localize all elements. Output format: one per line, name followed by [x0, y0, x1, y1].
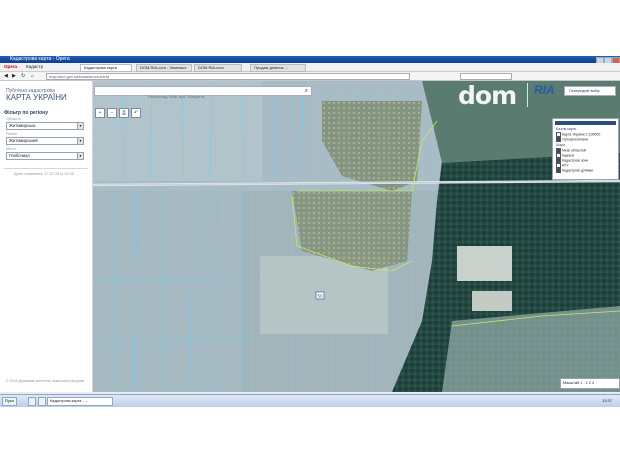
layers-panel: Базові карти Карта України 1:100000 Орто…	[552, 118, 619, 180]
os-taskbar: Пуск Кадастрова карта - ... 13:37	[0, 394, 620, 407]
raion-label: Район	[6, 132, 17, 136]
sidebar-divider	[4, 168, 88, 169]
window-titlebar: Кадастрова карта - Opera	[0, 56, 620, 64]
watermark-ria: RIA	[534, 83, 555, 97]
taskbar-window-opera[interactable]: Кадастрова карта - ...	[47, 397, 113, 406]
plot-marker-label: 50	[318, 294, 324, 299]
oblast-select[interactable]: Житомирська ▾	[6, 122, 84, 130]
top-whitespace	[0, 0, 620, 56]
oblast-label: Область	[6, 117, 21, 121]
domria-watermark: dom RIA	[445, 77, 577, 115]
layer-toggle-cadastral-plots[interactable]: Кадастрові ділянки	[556, 168, 593, 173]
chevron-down-icon[interactable]: ▾	[77, 123, 83, 129]
start-button[interactable]: Пуск	[2, 397, 17, 406]
city-value: Глибочиця	[9, 153, 30, 158]
opera-menu-button[interactable]: Opera	[2, 64, 19, 70]
layer-group-overlays: Шари	[556, 143, 566, 147]
chevron-down-icon[interactable]: ▾	[77, 153, 83, 159]
zoom-out-button[interactable]: −	[107, 108, 117, 118]
layers-panel-header	[555, 121, 616, 125]
checkbox-icon[interactable]	[556, 168, 561, 173]
update-date: Дата оновлення: 17.07.2014 04:00	[14, 172, 74, 176]
raion-select[interactable]: Житомирський ▾	[6, 137, 84, 145]
map-search-hint: Наприклад: Київ, вул. Хрещатик	[148, 95, 205, 99]
tab-plots[interactable]: Продаж ділянок ...	[250, 64, 306, 72]
tab-kadastr-map[interactable]: Кадастрова карта	[80, 64, 132, 72]
search-icon[interactable]: ⌕	[305, 87, 308, 95]
quicklaunch-icon[interactable]	[28, 397, 36, 406]
tab-domria[interactable]: DOM.RIA.com	[194, 64, 242, 72]
quicklaunch-icon[interactable]	[38, 397, 46, 406]
copyright-text: © 2014 Державне агентство земельних ресу…	[6, 379, 85, 383]
reset-view-button[interactable]: ↶	[131, 108, 141, 118]
raion-value: Житомирський	[9, 138, 38, 143]
scale-indicator: Масштаб 1 : 1 2 4	[560, 378, 620, 389]
chevron-down-icon[interactable]: ▾	[77, 138, 83, 144]
tab-domria-land[interactable]: DOM.RIA.com - Земельні	[136, 64, 192, 72]
address-field[interactable]: map.land.gov.ua/kadastrova-karta	[46, 73, 410, 80]
layer-toggle-orthophoto[interactable]: Ортофотоплани	[556, 137, 588, 142]
watermark-dom: dom	[458, 81, 517, 110]
checkbox-icon[interactable]	[556, 137, 561, 142]
map-imagery: 50	[92, 81, 620, 392]
layer-group-base: Базові карти	[556, 127, 577, 131]
reload-icon[interactable]: ↻	[21, 73, 25, 79]
brand-title: КАРТА УКРАЇНИ	[6, 93, 67, 102]
tab-bar: Opera Кадастр Кадастрова карта DOM.RIA.c…	[0, 63, 620, 72]
system-clock: 13:37	[601, 398, 612, 403]
back-icon[interactable]: ◀	[4, 73, 8, 79]
print-button[interactable]: ⎙	[119, 108, 129, 118]
filter-title: Фільтр по регіону	[4, 110, 48, 116]
oblast-value: Житомирська	[9, 123, 36, 128]
forward-icon[interactable]: ▶	[12, 73, 16, 79]
home-icon[interactable]: ⌂	[31, 73, 34, 79]
city-label: Місто	[6, 147, 16, 151]
previous-selection-button[interactable]: Попередній вибір	[564, 86, 616, 96]
window-title: Кадастрова карта - Opera	[10, 56, 70, 62]
watermark-separator	[527, 83, 528, 107]
bottom-whitespace	[0, 407, 620, 460]
city-select[interactable]: Глибочиця ▾	[6, 152, 84, 160]
cadastral-map[interactable]: 50	[92, 81, 620, 392]
zoom-in-button[interactable]: +	[95, 108, 105, 118]
menu-item-kadastr[interactable]: Кадастр	[24, 64, 45, 70]
